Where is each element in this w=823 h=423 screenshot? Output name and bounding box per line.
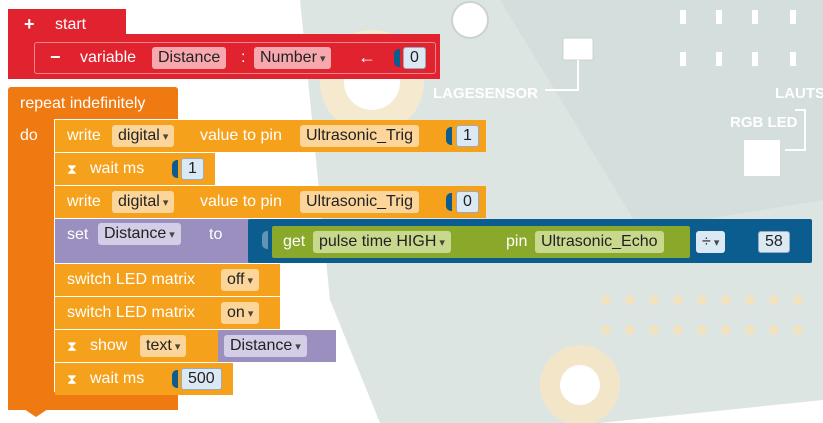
write-label: write xyxy=(67,193,101,210)
hourglass-icon: ⧗ xyxy=(67,161,77,177)
led-matrix-label: switch LED matrix xyxy=(67,271,196,288)
start-label: start xyxy=(55,16,87,33)
wait-label: wait ms xyxy=(90,160,145,177)
board-label-rgb-led: RGB LED xyxy=(730,114,798,131)
value-socket xyxy=(172,370,178,388)
divisor-value[interactable]: 58 xyxy=(758,231,790,253)
value-socket xyxy=(262,231,268,249)
variable-label: variable xyxy=(80,49,137,66)
wait-label: wait ms xyxy=(90,370,145,387)
pulse-mode-dropdown[interactable]: pulse time HIGH xyxy=(313,231,451,253)
repeat-block-spine xyxy=(8,119,54,399)
value-socket xyxy=(172,160,178,178)
pulse-pin-field[interactable]: Ultrasonic_Echo xyxy=(535,231,664,253)
pin-field[interactable]: Ultrasonic_Trig xyxy=(300,191,419,213)
value-socket xyxy=(446,193,452,211)
value-to-pin-label: value to pin xyxy=(200,193,282,210)
variable-colon: : xyxy=(241,49,246,66)
pin-field[interactable]: Ultrasonic_Trig xyxy=(300,125,419,147)
variable-name-field[interactable]: Distance xyxy=(152,47,227,69)
wait-value[interactable]: 1 xyxy=(181,158,204,180)
value-socket xyxy=(748,233,754,251)
write-mode-dropdown[interactable]: digital xyxy=(112,125,175,147)
set-variable-dropdown[interactable]: Distance xyxy=(98,223,181,245)
repeat-bottom-notch xyxy=(24,409,48,417)
value-to-pin-label: value to pin xyxy=(200,127,282,144)
expand-plus-icon[interactable]: + xyxy=(24,14,35,34)
show-mode-dropdown[interactable]: text xyxy=(140,335,187,357)
write-mode-dropdown[interactable]: digital xyxy=(112,191,175,213)
board-label-lauts: LAUTS xyxy=(775,85,823,102)
do-label: do xyxy=(20,127,38,144)
write-value[interactable]: 0 xyxy=(456,191,479,213)
hourglass-icon: ⧗ xyxy=(67,338,77,354)
write-value[interactable]: 1 xyxy=(456,125,479,147)
led-state-dropdown[interactable]: on xyxy=(221,302,260,324)
get-label: get xyxy=(283,233,306,250)
assign-arrow-icon: ← xyxy=(358,47,376,67)
set-label: set xyxy=(67,226,89,243)
collapse-minus-icon[interactable]: − xyxy=(50,47,61,67)
to-label: to xyxy=(209,226,223,243)
value-socket xyxy=(446,127,452,145)
show-block[interactable] xyxy=(55,330,220,362)
pin-label: pin xyxy=(506,233,528,250)
repeat-label: repeat indefinitely xyxy=(20,95,146,112)
variable-initial-value[interactable]: 0 xyxy=(403,47,426,69)
wait-value[interactable]: 500 xyxy=(181,368,222,390)
hourglass-icon: ⧗ xyxy=(67,371,77,387)
led-state-dropdown[interactable]: off xyxy=(221,269,260,291)
write-label: write xyxy=(67,127,101,144)
show-label: show xyxy=(90,337,128,354)
board-label-lagesensor: LAGESENSOR xyxy=(433,85,539,102)
show-variable-dropdown[interactable]: Distance xyxy=(224,335,307,357)
value-socket xyxy=(394,49,400,67)
led-matrix-label: switch LED matrix xyxy=(67,304,196,321)
variable-type-dropdown[interactable]: Number xyxy=(254,47,332,69)
math-operator-dropdown[interactable]: ÷ xyxy=(696,231,726,253)
